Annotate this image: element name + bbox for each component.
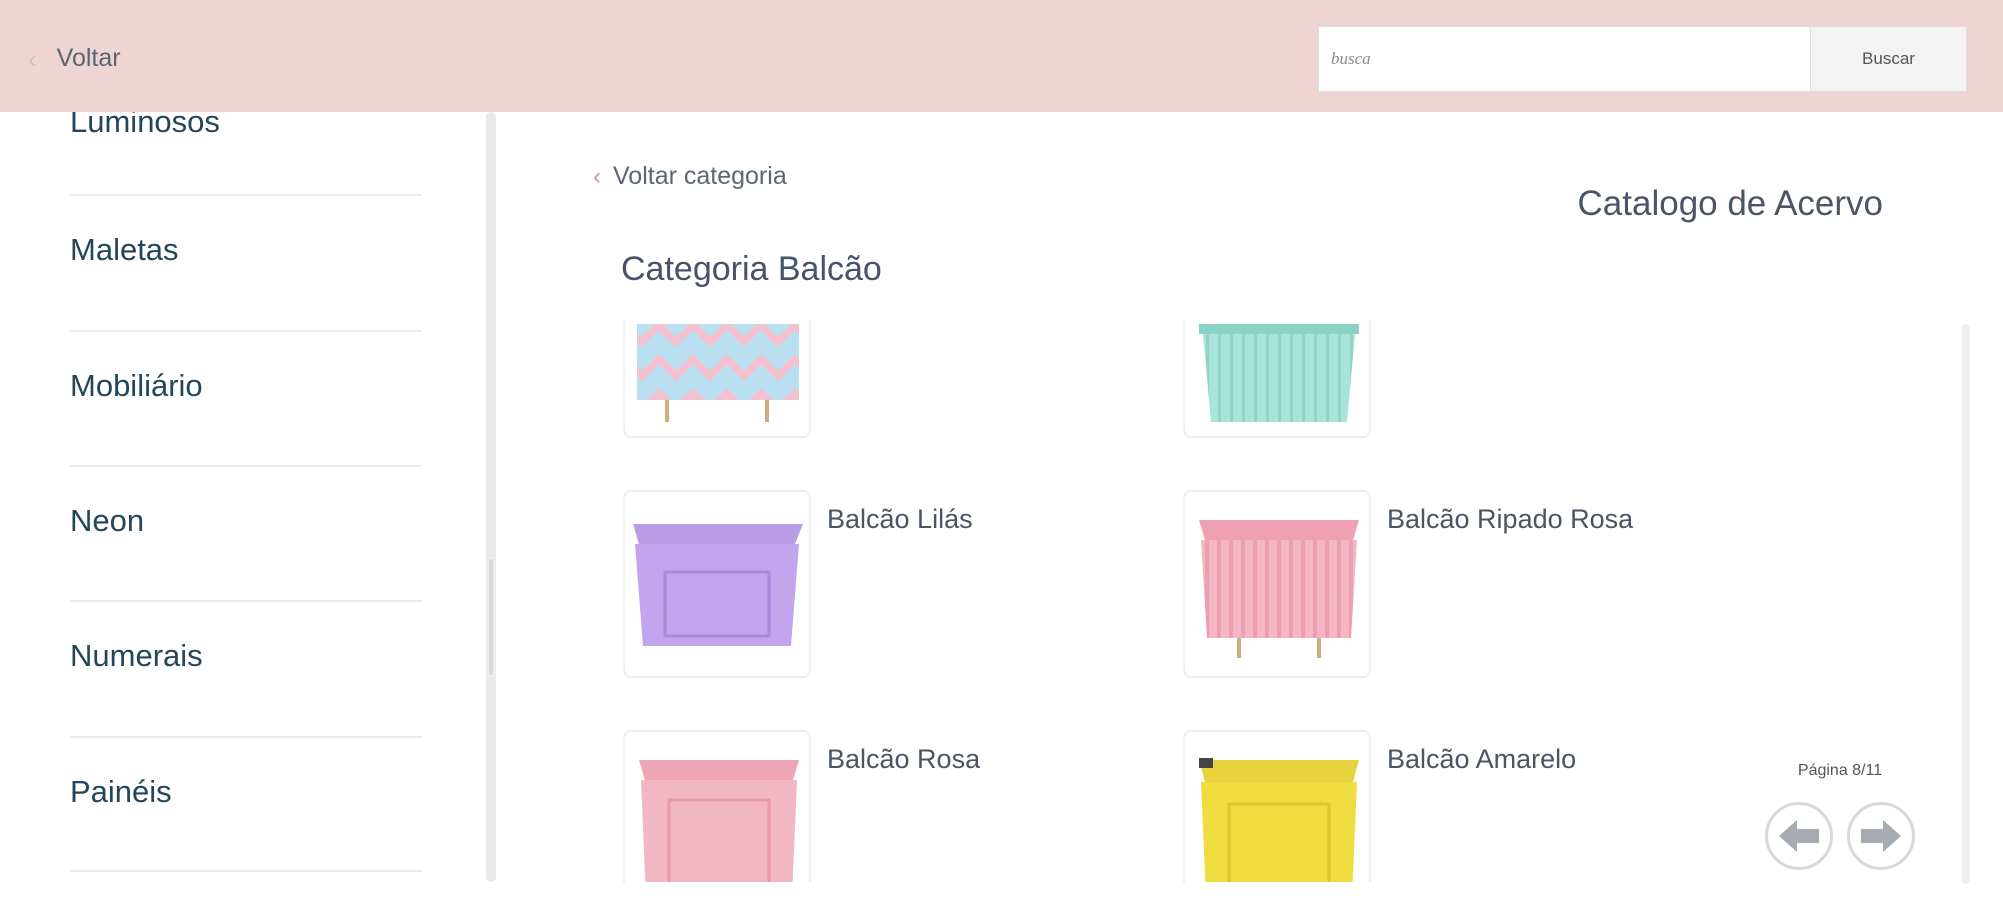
mint-cabinet-image bbox=[1199, 324, 1359, 422]
chevron-left-icon: ‹ bbox=[28, 43, 37, 74]
product-thumbnail[interactable] bbox=[623, 490, 811, 678]
search-button[interactable]: Buscar bbox=[1810, 27, 1966, 91]
main-content: ‹ Voltar categoria Catalogo de Acervo Ca… bbox=[497, 112, 2003, 900]
sidebar-scrollbar-thumb[interactable] bbox=[487, 557, 495, 677]
product-name[interactable]: Balcão Amarelo bbox=[1387, 744, 1576, 775]
product-card: Balcão Lilás bbox=[617, 490, 1137, 680]
page-indicator: Página 8/11 bbox=[1797, 762, 1883, 779]
sidebar-item-label: Neon bbox=[70, 503, 145, 538]
sidebar-item-label: Maletas bbox=[70, 232, 179, 267]
back-category-label: Voltar categoria bbox=[613, 162, 787, 190]
chevron-left-icon: ‹ bbox=[593, 162, 601, 190]
product-thumbnail[interactable] bbox=[1183, 320, 1371, 438]
product-card: Balcão Rosa bbox=[617, 730, 1137, 882]
category-sidebar: Luminosos Maletas Mobiliário Neon Numera… bbox=[0, 112, 480, 882]
sidebar-item-mobiliario[interactable]: Mobiliário bbox=[70, 332, 422, 467]
top-bar: ‹ Voltar Buscar bbox=[0, 0, 2003, 112]
product-thumbnail[interactable] bbox=[623, 730, 811, 882]
catalog-title: Catalogo de Acervo bbox=[1577, 184, 1883, 223]
product-card: Balcão Amarelo bbox=[1177, 730, 1697, 882]
category-title: Categoria Balcão bbox=[621, 250, 882, 288]
pink-cabinet-image bbox=[639, 760, 799, 882]
content-scrollbar[interactable] bbox=[1962, 324, 1970, 884]
product-thumbnail[interactable] bbox=[1183, 730, 1371, 882]
sidebar-item-neon[interactable]: Neon bbox=[70, 467, 422, 602]
sidebar-item-paineis[interactable]: Painéis bbox=[70, 738, 422, 872]
sidebar-item-maletas[interactable]: Maletas bbox=[70, 196, 422, 332]
sidebar-item-numerais[interactable]: Numerais bbox=[70, 602, 422, 738]
arrow-right-icon bbox=[1861, 820, 1901, 852]
sidebar-item-label: Numerais bbox=[70, 638, 203, 673]
sidebar-item-label: Painéis bbox=[70, 774, 172, 809]
product-card bbox=[617, 320, 1137, 440]
pagination: Página 8/11 bbox=[1765, 762, 1915, 900]
product-thumbnail[interactable] bbox=[623, 320, 811, 438]
product-name[interactable]: Balcão Rosa bbox=[827, 744, 980, 775]
back-button[interactable]: ‹ Voltar bbox=[28, 44, 121, 73]
sidebar-item-label: Luminosos bbox=[70, 112, 220, 139]
product-card bbox=[1177, 320, 1697, 440]
arrow-left-icon bbox=[1779, 820, 1819, 852]
previous-page-button[interactable] bbox=[1765, 802, 1833, 870]
back-label: Voltar bbox=[56, 44, 121, 72]
search-input[interactable] bbox=[1319, 27, 1810, 91]
product-card: Balcão Ripado Rosa bbox=[1177, 490, 1697, 680]
product-name[interactable]: Balcão Lilás bbox=[827, 504, 973, 535]
product-grid: Balcão Lilás Balcão Ripado Rosa Balcão R… bbox=[617, 320, 1957, 882]
yellow-cabinet-image bbox=[1199, 758, 1359, 882]
search-bar: Buscar bbox=[1318, 26, 1967, 92]
chevron-cabinet-image bbox=[637, 324, 799, 422]
back-category-link[interactable]: ‹ Voltar categoria bbox=[593, 162, 787, 191]
sidebar-item-luminosos[interactable]: Luminosos bbox=[70, 112, 422, 196]
product-thumbnail[interactable] bbox=[1183, 490, 1371, 678]
lilac-cabinet-image bbox=[633, 524, 803, 646]
product-name[interactable]: Balcão Ripado Rosa bbox=[1387, 504, 1633, 535]
pink-ribbed-cabinet-image bbox=[1199, 520, 1359, 658]
sidebar-item-label: Mobiliário bbox=[70, 368, 203, 403]
next-page-button[interactable] bbox=[1847, 802, 1915, 870]
sidebar-scrollbar[interactable] bbox=[486, 112, 496, 882]
